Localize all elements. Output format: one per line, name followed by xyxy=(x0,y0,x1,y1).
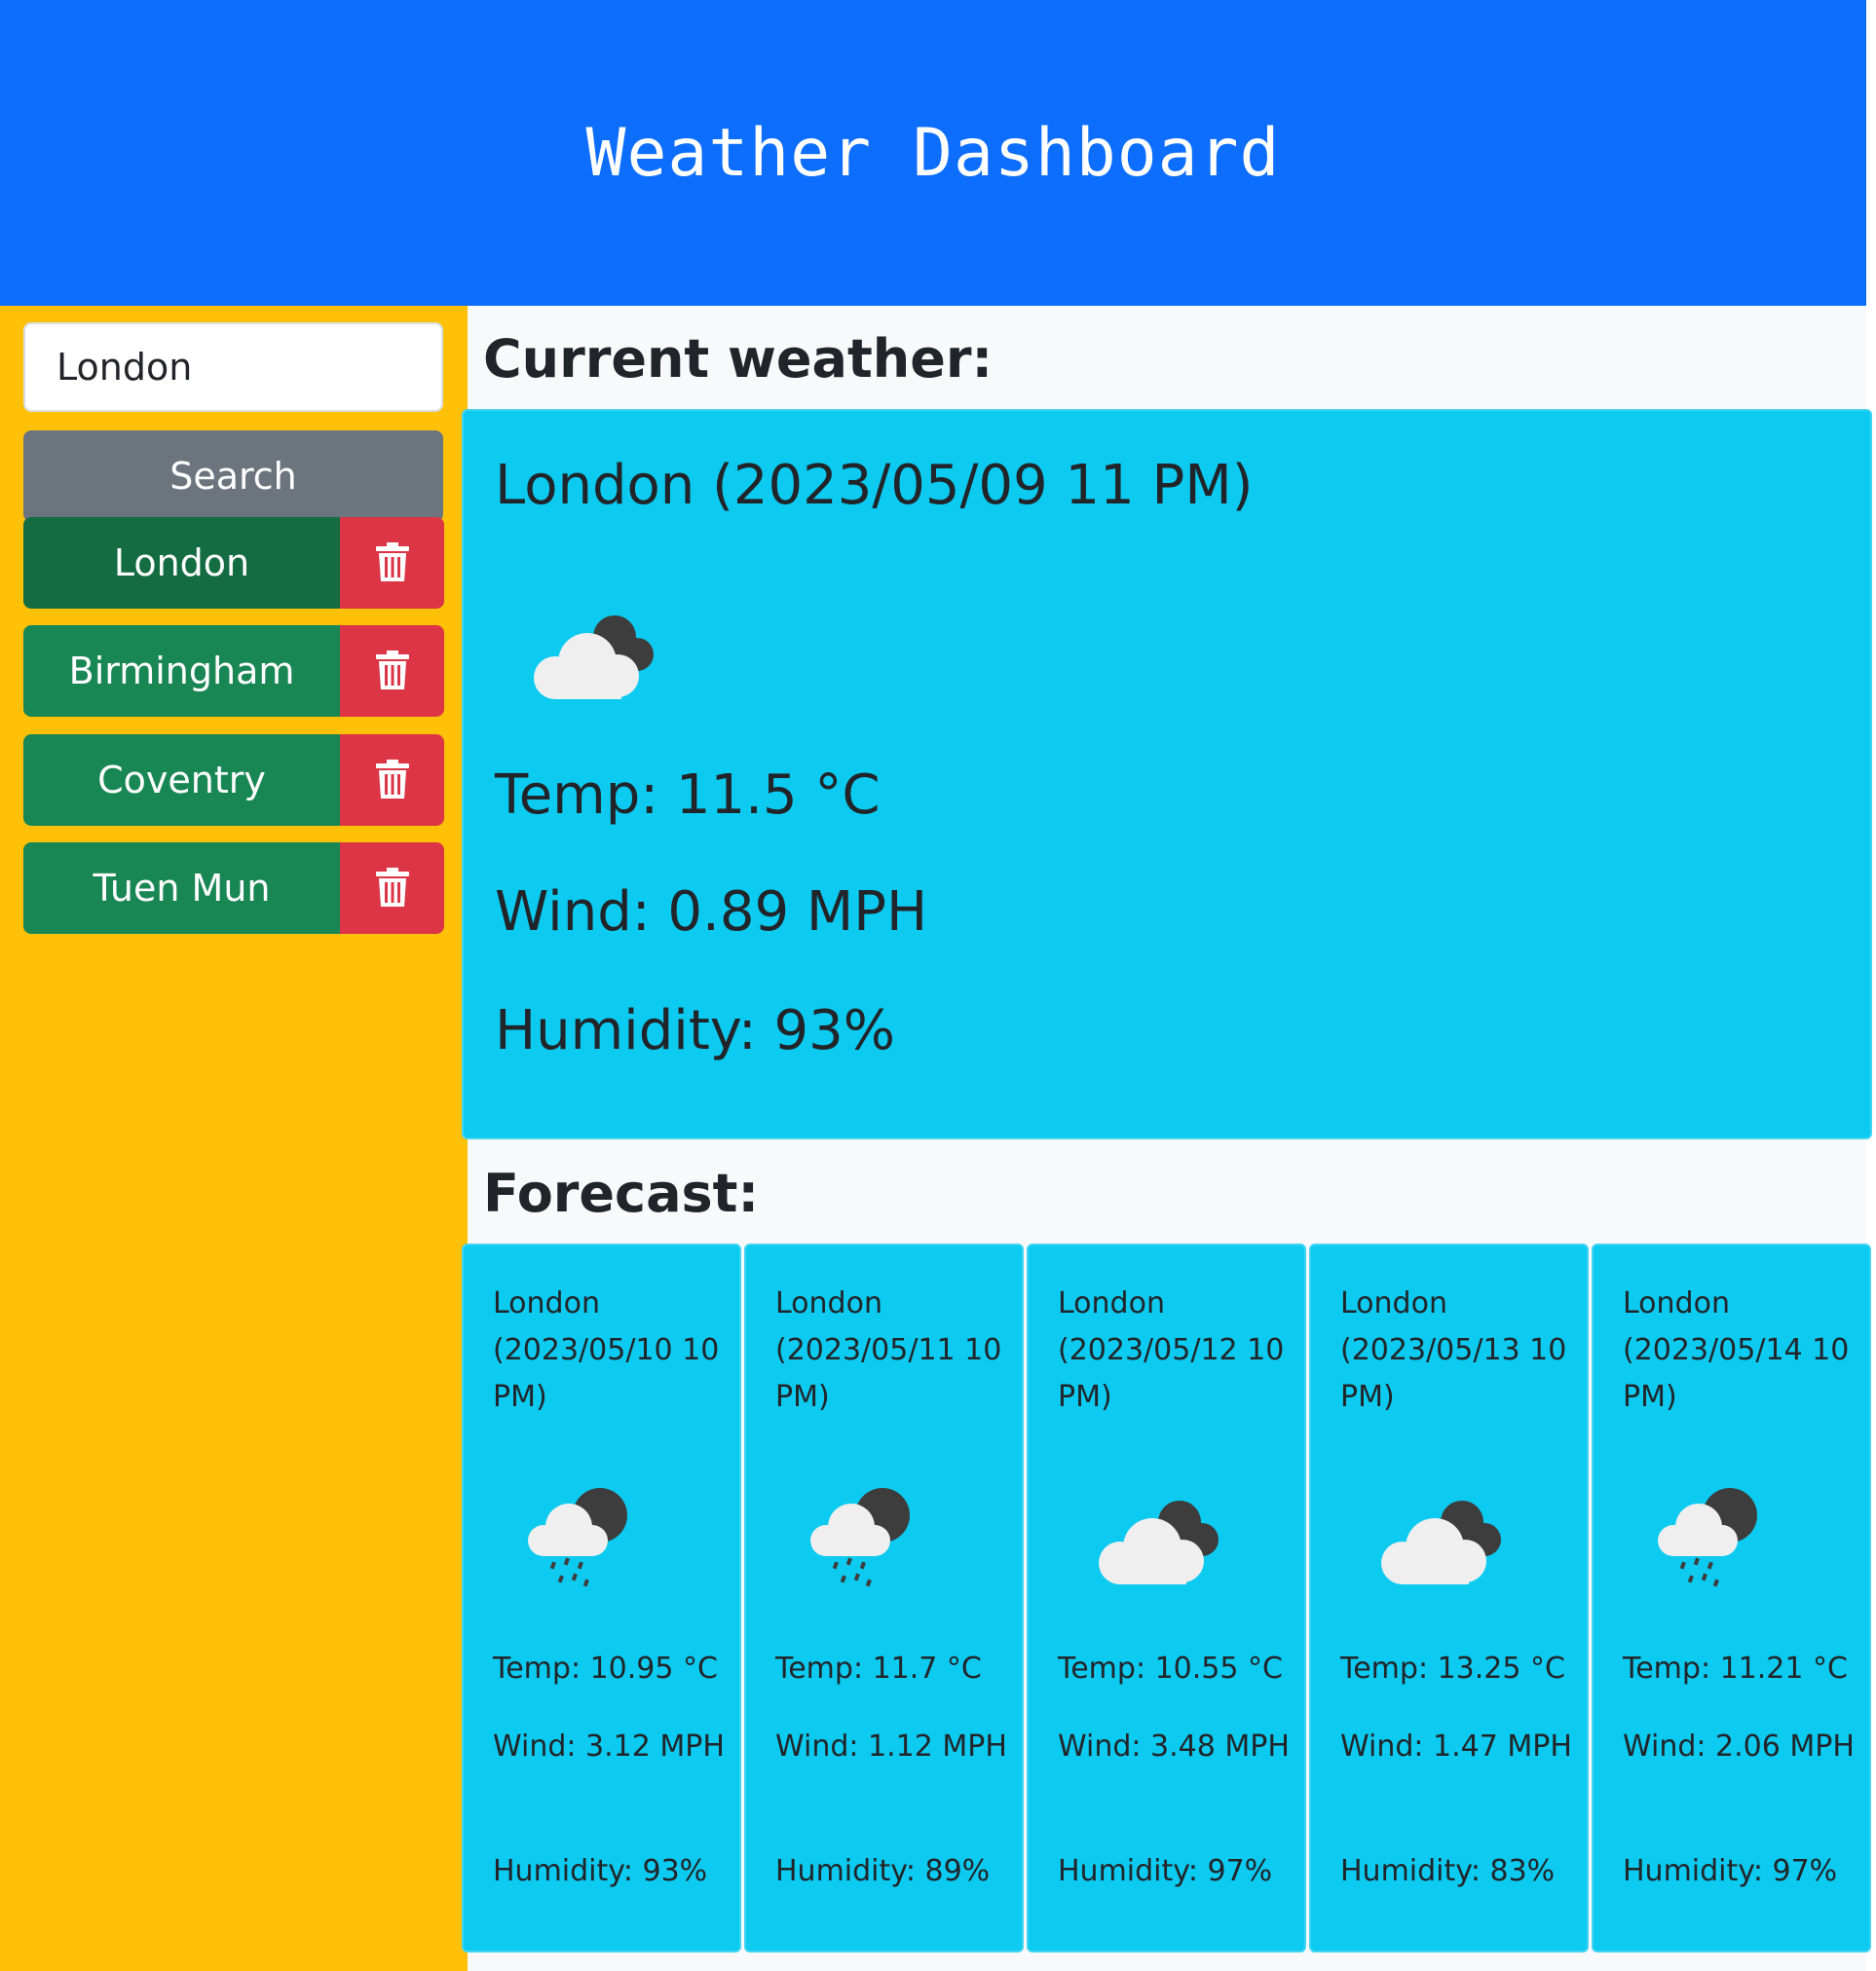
delete-button[interactable] xyxy=(340,842,444,934)
forecast-humidity: Humidity: 89% xyxy=(775,1854,991,1888)
rain-icon xyxy=(1652,1484,1769,1595)
forecast-wind: Wind: 1.12 MPH xyxy=(775,1729,1007,1764)
history-city-button[interactable]: Tuen Mun xyxy=(23,842,340,934)
forecast-humidity: Humidity: 93% xyxy=(493,1854,708,1888)
forecast-card: London (2023/05/13 10 PM) Temp: 13.25 °C… xyxy=(1309,1244,1589,1952)
current-weather-heading: Current weather: xyxy=(483,328,994,390)
current-city-title: London (2023/05/09 11 PM) xyxy=(495,454,1254,517)
forecast-wind: Wind: 2.06 MPH xyxy=(1623,1729,1855,1764)
history-city-button[interactable]: Coventry xyxy=(23,734,340,826)
rain-icon xyxy=(522,1484,639,1595)
delete-button[interactable] xyxy=(340,517,444,609)
forecast-wind: Wind: 3.12 MPH xyxy=(493,1729,725,1764)
forecast-card: London (2023/05/10 10 PM) Temp: 10.95 °C… xyxy=(462,1244,741,1952)
history-city-button[interactable]: London xyxy=(23,517,340,609)
forecast-wind: Wind: 3.48 MPH xyxy=(1058,1729,1290,1764)
current-weather-card: London (2023/05/09 11 PM) Temp: 11.5 °C … xyxy=(462,409,1872,1139)
delete-button[interactable] xyxy=(340,734,444,826)
history-item: Birmingham xyxy=(23,625,444,717)
forecast-date: London (2023/05/13 10 PM) xyxy=(1340,1286,1567,1414)
forecast-card: London (2023/05/11 10 PM) Temp: 11.7 °C … xyxy=(744,1244,1024,1952)
forecast-temp: Temp: 11.21 °C xyxy=(1623,1652,1848,1686)
cloudy-icon xyxy=(1087,1491,1233,1592)
forecast-humidity: Humidity: 83% xyxy=(1340,1854,1556,1888)
forecast-heading: Forecast: xyxy=(483,1163,760,1224)
history-city-button[interactable]: Birmingham xyxy=(23,625,340,717)
delete-button[interactable] xyxy=(340,625,444,717)
forecast-humidity: Humidity: 97% xyxy=(1058,1854,1273,1888)
page-title: Weather Dashboard xyxy=(585,114,1281,192)
search-button[interactable]: Search xyxy=(23,430,443,522)
current-wind: Wind: 0.89 MPH xyxy=(495,880,928,944)
forecast-date: London (2023/05/14 10 PM) xyxy=(1623,1286,1850,1414)
forecast-humidity: Humidity: 97% xyxy=(1623,1854,1838,1888)
current-humidity: Humidity: 93% xyxy=(495,999,895,1062)
page-header: Weather Dashboard xyxy=(0,0,1866,306)
forecast-card: London (2023/05/14 10 PM) Temp: 11.21 °C… xyxy=(1592,1244,1871,1952)
cloudy-icon xyxy=(522,606,668,707)
history-item: Coventry xyxy=(23,734,444,826)
history-item: Tuen Mun xyxy=(23,842,444,934)
forecast-card: London (2023/05/12 10 PM) Temp: 10.55 °C… xyxy=(1027,1244,1306,1952)
forecast-temp: Temp: 10.55 °C xyxy=(1058,1652,1283,1686)
cloudy-icon xyxy=(1369,1491,1516,1592)
forecast-wind: Wind: 1.47 MPH xyxy=(1340,1729,1572,1764)
forecast-date: London (2023/05/12 10 PM) xyxy=(1058,1286,1285,1414)
forecast-temp: Temp: 11.7 °C xyxy=(775,1652,982,1686)
forecast-date: London (2023/05/11 10 PM) xyxy=(775,1286,1002,1414)
current-temp: Temp: 11.5 °C xyxy=(495,763,881,827)
forecast-temp: Temp: 10.95 °C xyxy=(493,1652,718,1686)
forecast-date: London (2023/05/10 10 PM) xyxy=(493,1286,720,1414)
forecast-temp: Temp: 13.25 °C xyxy=(1340,1652,1565,1686)
trash-icon xyxy=(375,867,409,910)
trash-icon xyxy=(375,541,409,584)
history-item: London xyxy=(23,517,444,609)
trash-icon xyxy=(375,650,409,692)
trash-icon xyxy=(375,759,409,801)
rain-icon xyxy=(805,1484,921,1595)
search-input[interactable] xyxy=(23,322,443,412)
